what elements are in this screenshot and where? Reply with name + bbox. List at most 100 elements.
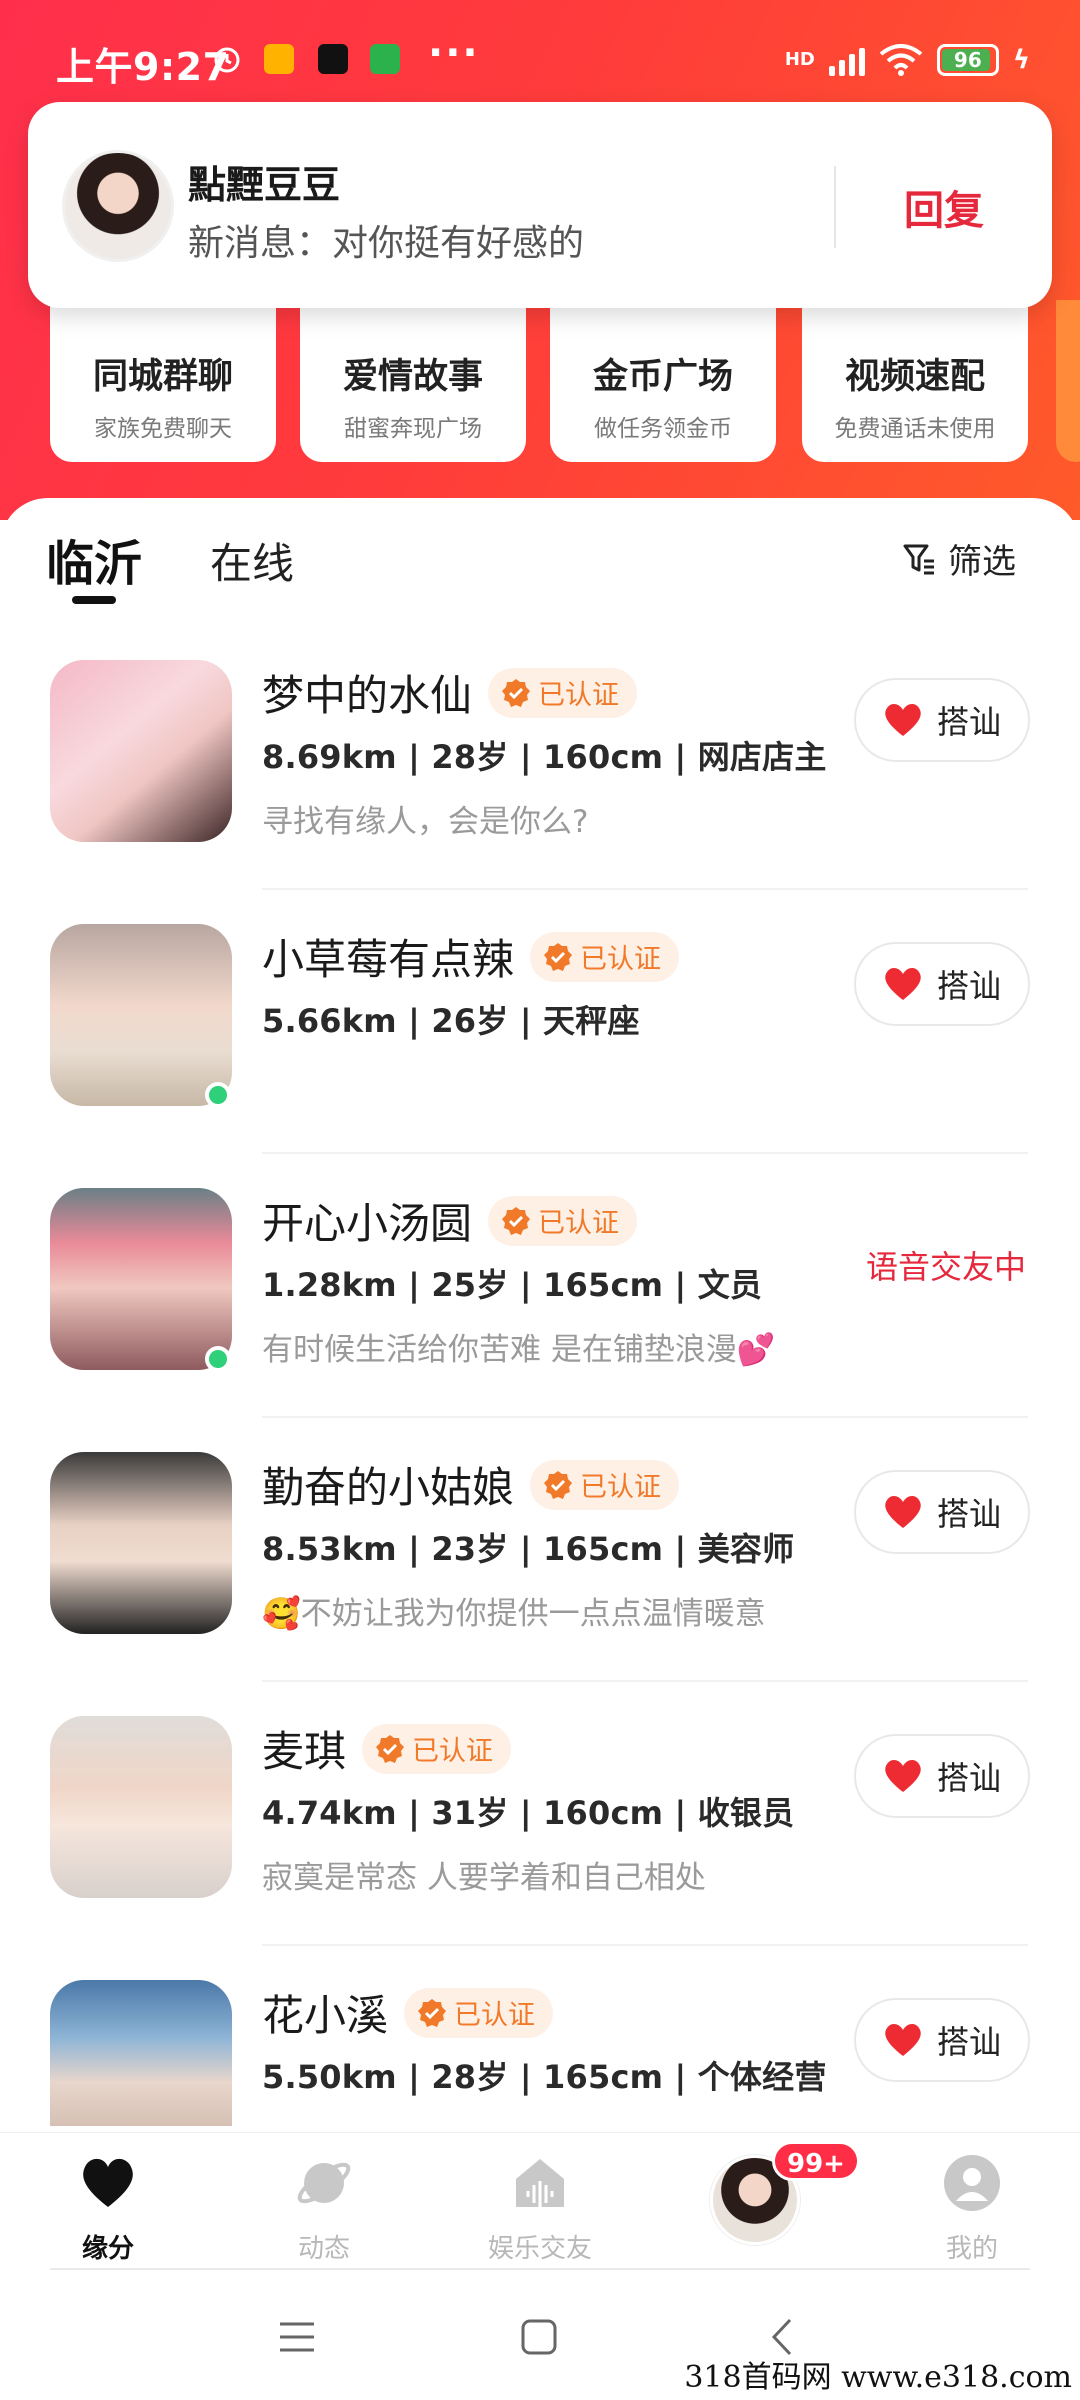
menu-icon[interactable] [272,2312,322,2362]
user-info: 5.66km | 26岁 | 天秤座 [262,1002,640,1040]
user-name: 小草莓有点辣 [262,935,515,984]
user-photo[interactable] [50,1980,232,2126]
verified-badge: 已认证 [404,1987,554,2038]
user-info: 4.74km | 31岁 | 160cm | 收银员 [262,1794,795,1832]
greet-button[interactable]: 搭讪 [854,942,1030,1026]
nav-label: 我的 [945,2234,998,2264]
user-info: 1.28km | 25岁 | 165cm | 文员 [262,1266,763,1304]
nav-divider [50,2268,1030,2270]
voice-room-icon [516,2159,564,2207]
list-item[interactable]: 麦琪 已认证 4.74km | 31岁 | 160cm | 收银员 寂寞是常态 … [0,1682,1080,1946]
feature-subtitle: 做任务领金币 [594,416,732,442]
online-indicator [205,1082,231,1108]
list-item[interactable]: 小草莓有点辣 已认证 5.66km | 26岁 | 天秤座 搭讪 [0,890,1080,1154]
verified-badge: 已认证 [362,1723,512,1774]
feature-tile-love-story[interactable]: 爱情故事 甜蜜奔现广场 [300,300,526,462]
user-photo[interactable] [50,1452,232,1634]
messages-count-badge: 99+ [772,2141,860,2181]
greet-button[interactable]: 搭讪 [854,1998,1030,2082]
heart-icon [885,968,921,1000]
user-photo[interactable] [50,1188,232,1370]
user-photo[interactable] [50,660,232,842]
feature-title: 视频速配 [844,357,985,397]
greet-button[interactable]: 搭讪 [854,1734,1030,1818]
user-info: 5.50km | 28岁 | 165cm | 个体经营 [262,2058,827,2096]
voice-chat-status[interactable]: 语音交友中 [866,1242,1026,1288]
planet-icon [297,2162,351,2204]
filter-icon [903,544,934,574]
verified-icon [418,1998,447,2027]
user-info: 8.69km | 28岁 | 160cm | 网店店主 [262,738,827,776]
nav-yuanfen[interactable]: 缘分 [38,2153,178,2265]
feature-title: 同城群聊 [92,357,233,397]
feature-subtitle: 甜蜜奔现广场 [344,416,482,442]
feature-tile-group-chat[interactable]: 同城群聊 家族免费聊天 [50,300,276,462]
heart-icon [885,1496,921,1528]
signal-icon [828,44,865,76]
charging-icon: ϟ [1012,45,1030,75]
alarm-icon [214,47,240,73]
nav-label: 娱乐交友 [487,2234,592,2264]
verified-icon [544,1470,573,1499]
message-notification[interactable]: 點黫豆豆 新消息：对你挺有好感的 回复 [28,102,1052,308]
status-bar: 上午9:27 ··· HD 96 ϟ [0,0,1080,110]
nav-dongtai[interactable]: 动态 [254,2153,394,2265]
feature-subtitle: 家族免费聊天 [94,416,232,442]
home-icon[interactable] [514,2312,564,2362]
verified-badge: 已认证 [488,1195,638,1246]
filter-label: 筛选 [948,542,1016,582]
user-name: 麦琪 [262,1727,347,1776]
heart-icon [885,2024,921,2056]
verified-icon [502,1206,531,1235]
user-name: 开心小汤圆 [262,1199,473,1248]
list-item[interactable]: 勤奋的小姑娘 已认证 8.53km | 23岁 | 165cm | 美容师 🥰不… [0,1418,1080,1682]
sender-avatar [62,150,174,262]
feature-title: 金币广场 [592,357,733,397]
tab-nearby[interactable]: 临沂 [46,524,142,594]
verified-icon [502,678,531,707]
status-time: 上午9:27 [56,45,230,89]
more-notifications-icon: ··· [428,30,480,76]
feature-title: 爱情故事 [342,357,483,397]
nav-label: 动态 [297,2234,350,2264]
nav-wode[interactable]: 我的 [902,2153,1042,2265]
online-indicator [205,1346,231,1372]
reply-button[interactable]: 回复 [904,178,984,236]
user-photo[interactable] [50,924,232,1106]
verified-icon [376,1734,405,1763]
verified-badge: 已认证 [488,667,638,718]
list-item[interactable]: 梦中的水仙 已认证 8.69km | 28岁 | 160cm | 网店店主 寻找… [0,626,1080,890]
verified-icon [544,942,573,971]
user-name: 梦中的水仙 [262,671,473,720]
list-item[interactable]: 开心小汤圆 已认证 1.28km | 25岁 | 165cm | 文员 有时候生… [0,1154,1080,1418]
verified-badge: 已认证 [530,1459,680,1510]
sender-name: 點黫豆豆 [188,163,341,207]
app-notification-icon [370,44,400,74]
hd-indicator: HD [784,49,815,70]
filter-button[interactable]: 筛选 [902,534,1016,583]
nav-yule[interactable]: 娱乐交友 [470,2153,610,2265]
user-signature: 寂寞是常态 人要学着和自己相处 [262,1860,706,1896]
feature-tile-coin-plaza[interactable]: 金币广场 做任务领金币 [550,300,776,462]
watermark: 318首码网 www.e318.com [684,2360,1072,2395]
greet-button[interactable]: 搭讪 [854,678,1030,762]
notification-message: 新消息：对你挺有好感的 [188,223,585,264]
bottom-navigation: 缘分 动态 娱乐交友 99+ 我的 [0,2132,1080,2272]
heart-icon [885,1760,921,1792]
feature-tiles: 同城群聊 家族免费聊天 爱情故事 甜蜜奔现广场 金币广场 做任务领金币 视频速配… [50,300,1080,470]
user-info: 8.53km | 23岁 | 165cm | 美容师 [262,1530,795,1568]
notes-app-icon [264,44,294,74]
user-name: 勤奋的小姑娘 [262,1463,515,1512]
heart-icon [885,704,921,736]
heart-nav-icon [83,2158,133,2207]
tab-online[interactable]: 在线 [210,530,294,591]
notification-divider [834,166,836,248]
tab-indicator [72,596,116,604]
feature-subtitle: 免费通话未使用 [834,416,996,442]
verified-badge: 已认证 [530,931,680,982]
user-photo[interactable] [50,1716,232,1898]
feature-tile-more[interactable] [1056,300,1080,462]
profile-icon [944,2155,1000,2211]
greet-button[interactable]: 搭讪 [854,1470,1030,1554]
feature-tile-video-match[interactable]: 视频速配 免费通话未使用 [802,300,1028,462]
